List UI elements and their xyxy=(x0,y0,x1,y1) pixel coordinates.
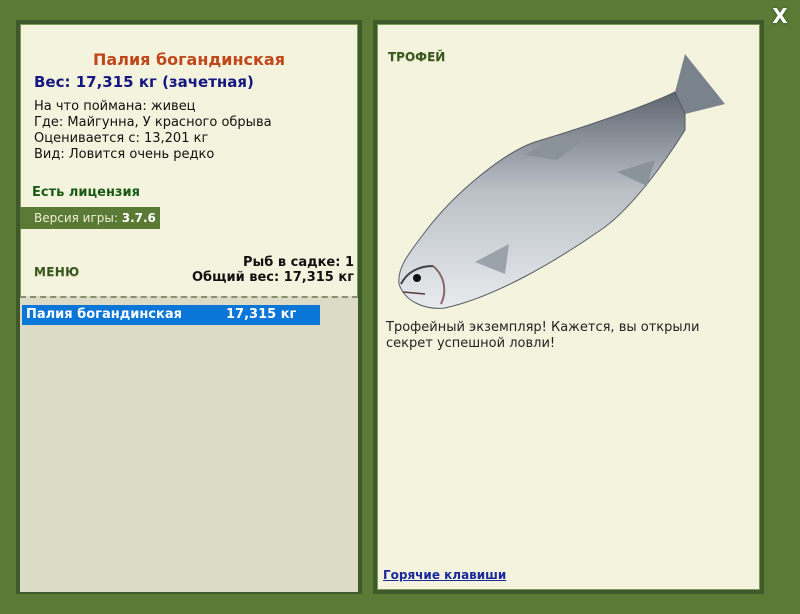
keep-count: Рыб в садке: 1 xyxy=(242,255,354,270)
game-version: Версия игры: 3.7.6 xyxy=(20,207,160,229)
trophy-panel: ТРОФЕЙ Трофейный экземпляр! Кажется, вы … xyxy=(373,20,764,594)
keep-net-stats: Рыб в садке: 1 Общий вес: 17,315 кг xyxy=(192,255,354,285)
close-icon: X xyxy=(772,4,788,28)
rarity-info: Вид: Ловится очень редко xyxy=(34,147,215,162)
catch-list: Палия богандинская 17,315 кг xyxy=(20,296,358,592)
close-button[interactable]: X xyxy=(770,4,790,28)
fish-info-panel: Палия богандинская Вес: 17,315 кг (зачет… xyxy=(16,20,362,594)
license-status: Есть лицензия xyxy=(32,185,140,200)
hotkeys-link[interactable]: Горячие клавиши xyxy=(383,568,506,582)
keep-total-weight: Общий вес: 17,315 кг xyxy=(191,270,354,285)
fish-name: Палия богандинская xyxy=(93,50,285,69)
location-info: Где: Майгунна, У красного обрыва xyxy=(34,115,272,130)
fish-image xyxy=(398,54,725,309)
bait-info: На что поймана: живец xyxy=(34,99,196,114)
catch-weight: 17,315 кг xyxy=(226,307,297,322)
rating-info: Оценивается с: 13,201 кг xyxy=(34,131,209,146)
version-label: Версия игры: xyxy=(34,211,118,225)
trophy-description: Трофейный экземпляр! Кажется, вы открыли… xyxy=(386,320,700,351)
list-item[interactable]: Палия богандинская 17,315 кг xyxy=(22,305,320,325)
version-value: 3.7.6 xyxy=(121,211,156,225)
fish-weight: Вес: 17,315 кг (зачетная) xyxy=(34,73,254,91)
catch-name: Палия богандинская xyxy=(26,307,182,322)
menu-button[interactable]: МЕНЮ xyxy=(34,265,79,279)
